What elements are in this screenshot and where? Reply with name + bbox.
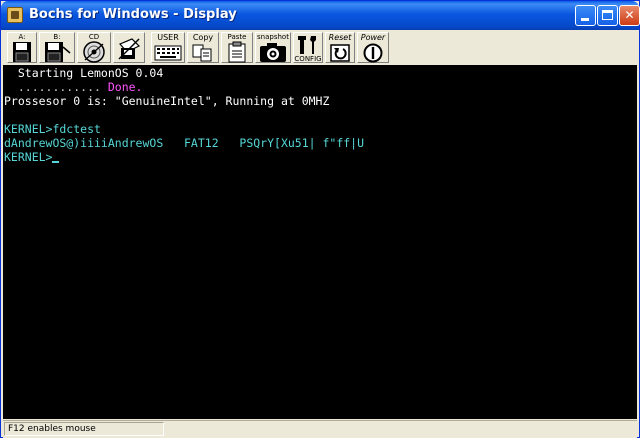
user-button[interactable]: USER <box>151 32 185 63</box>
power-label: Power <box>360 33 386 42</box>
snapshot-button[interactable]: snapshot <box>255 32 291 63</box>
console-line: Prossesor 0 is: "GenuineIntel", Running … <box>4 94 329 108</box>
console-line-text: Starting LemonOS 0.04 <box>4 66 164 80</box>
bochs-window: Bochs for Windows - Display ✕ A: B: CD U… <box>0 0 640 438</box>
keyboard-icon <box>154 45 182 61</box>
console-prompt-text: KERNEL> <box>4 150 53 164</box>
paste-icon <box>228 41 246 63</box>
text-cursor <box>52 161 60 163</box>
emulator-display[interactable]: Starting LemonOS 0.04 ............ Done.… <box>3 65 637 419</box>
config-button[interactable]: CONFIG <box>293 32 323 63</box>
reset-icon <box>330 44 350 62</box>
floppy-a-button[interactable]: A: <box>7 32 37 63</box>
copy-label: Copy <box>192 33 214 42</box>
copy-button[interactable]: Copy <box>187 32 219 63</box>
paste-label: Paste <box>227 33 247 41</box>
console-line: ............ Done. <box>4 80 143 94</box>
console-line: KERNEL>fdctest <box>4 122 101 136</box>
status-bar: F12 enables mouse <box>3 420 637 438</box>
close-button[interactable]: ✕ <box>619 5 640 26</box>
floppy-a-label: A: <box>18 33 26 41</box>
bochs-app-icon <box>7 7 23 23</box>
maximize-icon <box>602 10 613 20</box>
boot-disk-button[interactable] <box>113 32 145 63</box>
snapshot-label: snapshot <box>257 33 289 41</box>
wrench-icon <box>298 36 316 54</box>
bochs-toolbar: A: B: CD USER Copy Paste snapshot CONFIG… <box>5 30 637 64</box>
minimize-icon <box>581 18 589 21</box>
console-line-text: Prossesor 0 is: "GenuineIntel", Running … <box>4 94 330 108</box>
status-text: F12 enables mouse <box>8 424 96 434</box>
window-title: Bochs for Windows - Display <box>29 7 237 22</box>
floppy-a-icon <box>13 42 31 62</box>
console-line: Starting LemonOS 0.04 <box>4 66 163 80</box>
title-bar[interactable]: Bochs for Windows - Display ✕ <box>1 1 640 30</box>
copy-icon <box>192 44 212 62</box>
close-icon: ✕ <box>624 8 635 22</box>
console-line: dAndrewOS@)iiiiAndrewOS FAT12 PSQrY[Xu51… <box>4 136 364 150</box>
console-prompt-line: KERNEL> <box>4 150 60 164</box>
config-label: CONFIG <box>294 55 322 63</box>
reset-label: Reset <box>328 33 352 42</box>
cdrom-button[interactable]: CD <box>77 32 111 63</box>
power-button[interactable]: Power <box>357 32 389 63</box>
cdrom-icon <box>83 41 105 63</box>
reset-button[interactable]: Reset <box>325 32 355 63</box>
disk-disabled-icon <box>118 38 141 60</box>
floppy-b-button[interactable]: B: <box>39 32 75 63</box>
console-line-text: ............ <box>4 80 101 94</box>
console-done-text: Done. <box>100 80 143 94</box>
minimize-button[interactable] <box>575 5 596 26</box>
console-line-text: dAndrewOS@)iiiiAndrewOS FAT12 PSQrY[Xu51… <box>4 136 365 150</box>
user-label: USER <box>157 33 179 42</box>
floppy-b-icon <box>45 42 71 62</box>
status-cell: F12 enables mouse <box>4 422 164 436</box>
cdrom-label: CD <box>88 33 100 41</box>
camera-icon <box>260 43 286 62</box>
console-line-text: KERNEL>fdctest <box>4 122 101 136</box>
paste-button[interactable]: Paste <box>221 32 253 63</box>
floppy-b-label: B: <box>53 33 61 41</box>
maximize-button[interactable] <box>597 5 618 26</box>
power-icon <box>363 43 383 63</box>
